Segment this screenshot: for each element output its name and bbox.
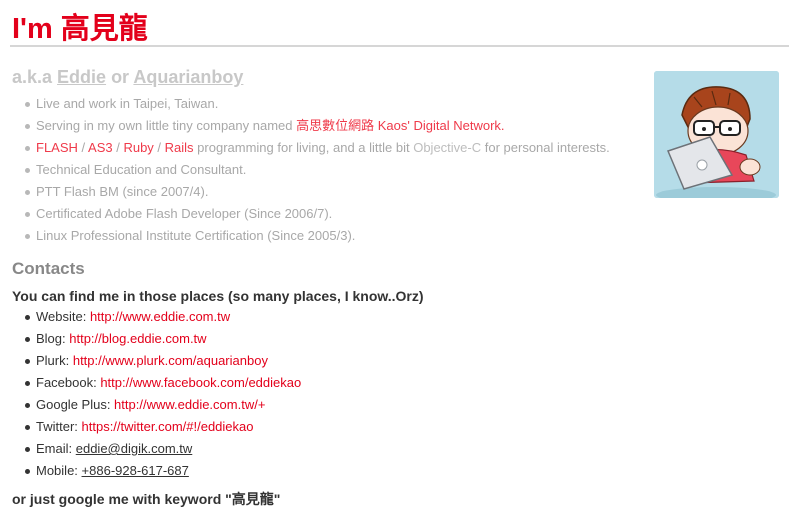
ruby-link[interactable]: Ruby — [123, 140, 153, 155]
intro-item-linux-cert: Linux Professional Institute Certificati… — [22, 225, 642, 247]
contact-label: Twitter: — [36, 419, 82, 434]
intro-item-location: Live and work in Taipei, Taiwan. — [22, 93, 642, 115]
contact-item-google-plus: Google Plus: http://www.eddie.com.tw/+ — [22, 394, 722, 416]
contacts-list: Website: http://www.eddie.com.tw Blog: h… — [22, 306, 722, 482]
contact-label: Email: — [36, 441, 76, 456]
google-plus-link[interactable]: http://www.eddie.com.tw/+ — [114, 397, 265, 412]
skills-end-text: for personal interests. — [481, 140, 610, 155]
contact-item-facebook: Facebook: http://www.facebook.com/eddiek… — [22, 372, 722, 394]
skill-separator: / — [153, 140, 165, 155]
intro-item-education: Technical Education and Consultant. — [22, 159, 642, 181]
blog-link[interactable]: http://blog.eddie.com.tw — [69, 331, 206, 346]
contacts-heading: Contacts — [12, 259, 85, 278]
contacts-subheading: You can find me in those places (so many… — [12, 288, 424, 304]
intro-item-company: Serving in my own little tiny company na… — [22, 115, 642, 137]
company-prefix: Serving in my own little tiny company na… — [36, 118, 297, 133]
contact-label: Plurk: — [36, 353, 73, 368]
contact-item-plurk: Plurk: http://www.plurk.com/aquarianboy — [22, 350, 722, 372]
contact-item-blog: Blog: http://blog.eddie.com.tw — [22, 328, 722, 350]
company-cn-link[interactable]: 高思數位網路 — [296, 118, 374, 133]
page-title: I'm 高見龍 — [12, 13, 148, 45]
contact-item-email: Email: eddie@digik.com.tw — [22, 438, 722, 460]
skill-separator: / — [77, 140, 89, 155]
skills-middle-text: programming for living, and a little bit — [193, 140, 414, 155]
aka-or: or — [106, 67, 134, 87]
email-link[interactable]: eddie@digik.com.tw — [76, 441, 193, 456]
intro-item-adobe-cert: Certificated Adobe Flash Developer (Sinc… — [22, 203, 642, 225]
contact-label: Mobile: — [36, 463, 82, 478]
intro-item-ptt: PTT Flash BM (since 2007/4). — [22, 181, 642, 203]
cartoon-avatar-with-laptop-icon — [654, 71, 779, 198]
skill-separator: / — [112, 140, 124, 155]
twitter-link[interactable]: https://twitter.com/#!/eddiekao — [82, 419, 254, 434]
as3-link[interactable]: AS3 — [88, 140, 113, 155]
intro-list: Live and work in Taipei, Taiwan. Serving… — [22, 93, 642, 247]
google-keyword-text: or just google me with keyword "高見龍" — [12, 491, 281, 507]
contact-item-twitter: Twitter: https://twitter.com/#!/eddiekao — [22, 416, 722, 438]
contact-label: Website: — [36, 309, 90, 324]
mobile-link[interactable]: +886-928-617-687 — [82, 463, 189, 478]
facebook-link[interactable]: http://www.facebook.com/eddiekao — [100, 375, 301, 390]
plurk-link[interactable]: http://www.plurk.com/aquarianboy — [73, 353, 268, 368]
contact-label: Google Plus: — [36, 397, 115, 412]
website-link[interactable]: http://www.eddie.com.tw — [90, 309, 230, 324]
aka-heading: a.k.a Eddie or Aquarianboy — [12, 66, 243, 88]
contact-item-mobile: Mobile: +886-928-617-687 — [22, 460, 722, 482]
eddie-link[interactable]: Eddie — [57, 67, 106, 87]
intro-item-skills: FLASH / AS3 / Ruby / Rails programming f… — [22, 137, 642, 159]
objective-c-link[interactable]: Objective-C — [413, 140, 481, 155]
flash-link[interactable]: FLASH — [36, 140, 78, 155]
avatar — [654, 71, 779, 198]
title-divider — [10, 45, 789, 47]
contact-item-website: Website: http://www.eddie.com.tw — [22, 306, 722, 328]
company-en-link[interactable]: Kaos' Digital Network. — [378, 118, 505, 133]
aka-prefix: a.k.a — [12, 67, 58, 87]
contact-label: Blog: — [36, 331, 70, 346]
rails-link[interactable]: Rails — [165, 140, 194, 155]
contact-label: Facebook: — [36, 375, 101, 390]
aquarianboy-link[interactable]: Aquarianboy — [133, 67, 243, 87]
